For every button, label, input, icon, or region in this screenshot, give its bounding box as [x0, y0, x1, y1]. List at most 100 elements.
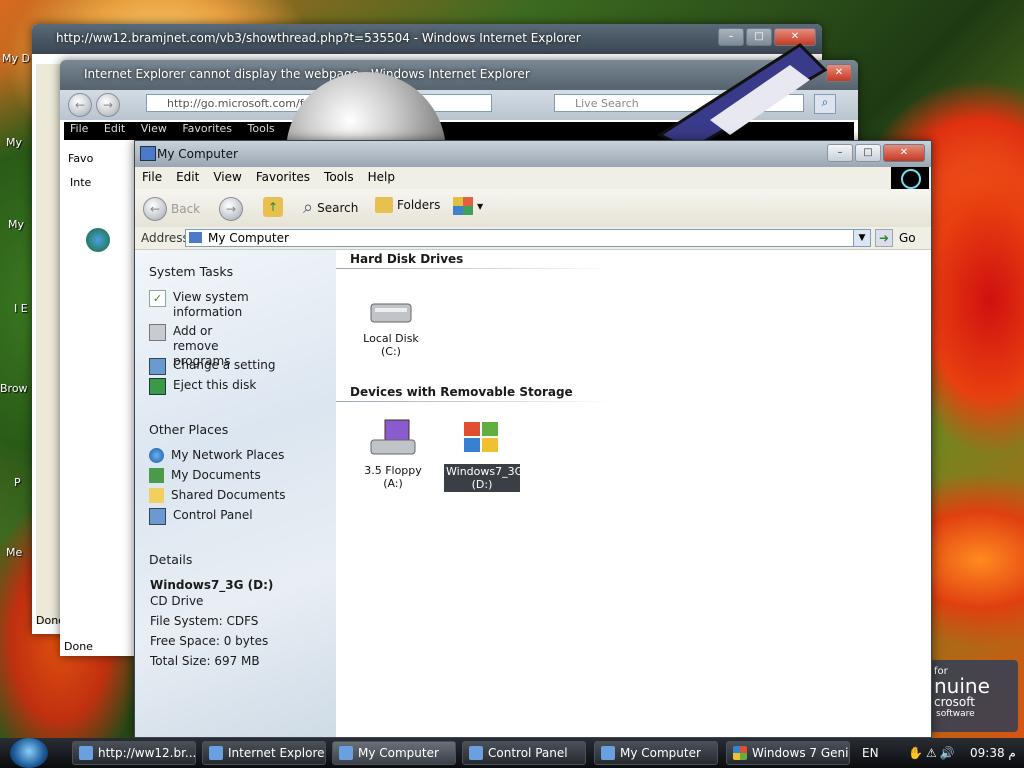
address-input[interactable]: My Computer — [185, 229, 871, 247]
folder-up-icon: ↑ — [263, 197, 283, 217]
back-icon[interactable]: ← — [68, 93, 92, 117]
place-network[interactable]: My Network Places — [149, 448, 284, 463]
maximize-icon[interactable]: □ — [855, 144, 881, 162]
minimize-icon[interactable]: – — [827, 144, 853, 162]
place-my-documents[interactable]: My Documents — [149, 468, 261, 483]
details-total-size: Total Size: 697 MB — [150, 654, 260, 668]
status-text: Done — [64, 640, 93, 653]
taskbar-button-my-computer[interactable]: My Computer — [594, 741, 718, 765]
task-view-system-info[interactable]: ✓ View system information — [149, 290, 259, 320]
place-shared-documents[interactable]: Shared Documents — [149, 488, 285, 503]
taskbar-button-my-computer-active[interactable]: My Computer — [332, 741, 456, 765]
drive-floppy[interactable]: 3.5 Floppy (A:) — [354, 418, 432, 490]
folders-button[interactable]: Folders — [375, 197, 440, 213]
floppy-drive-icon — [370, 419, 416, 455]
taskbar-button-control-panel[interactable]: Control Panel — [462, 741, 586, 765]
window-title: My Computer — [157, 147, 238, 161]
network-icon — [149, 448, 164, 463]
windows-logo-icon — [733, 746, 747, 760]
favorites-label[interactable]: Favo — [68, 152, 93, 165]
menu-item[interactable]: Edit — [104, 122, 125, 135]
folders-label: Folders — [397, 198, 441, 212]
details-heading[interactable]: Details — [149, 552, 192, 567]
control-panel-icon — [149, 508, 166, 525]
folders-icon — [375, 197, 393, 213]
views-icon — [453, 197, 473, 215]
address-value: My Computer — [208, 231, 289, 245]
tab-label[interactable]: Inte — [70, 176, 91, 189]
taskbar: http://ww12.br... Internet Explore... My… — [0, 738, 1024, 768]
ie-window-error-title: Internet Explorer cannot display the web… — [84, 67, 530, 81]
menu-help[interactable]: Help — [361, 167, 402, 187]
menu-item[interactable]: View — [141, 122, 167, 135]
desktop-icon-label[interactable]: My D — [2, 52, 30, 65]
my-computer-icon — [339, 746, 353, 760]
search-button[interactable]: ⌕ Search — [303, 197, 358, 218]
control-panel-icon — [149, 358, 166, 375]
eject-icon — [149, 378, 166, 395]
back-icon: ← — [143, 197, 167, 221]
back-label: Back — [171, 202, 201, 216]
group-removable-storage: Devices with Removable Storage — [350, 385, 573, 399]
drive-local-disk[interactable]: Local Disk (C:) — [354, 298, 428, 358]
menu-edit[interactable]: Edit — [169, 167, 206, 187]
forward-icon[interactable]: → — [96, 93, 120, 117]
views-button[interactable]: ▼ — [453, 197, 483, 215]
my-computer-icon — [601, 746, 615, 760]
control-panel-icon — [469, 746, 483, 760]
desktop-icon-label[interactable]: Brow — [0, 382, 28, 395]
go-label: Go — [899, 231, 916, 245]
drive-cd-selected[interactable]: Windows7_3G (D:) — [444, 418, 523, 492]
desktop-icon-label[interactable]: Me — [6, 546, 22, 559]
hard-disk-icon — [370, 303, 412, 323]
my-computer-icon — [140, 146, 156, 161]
start-button[interactable] — [10, 738, 48, 768]
search-label: Search — [317, 200, 359, 215]
address-bar: Address My Computer ▼ ➜ Go — [135, 227, 931, 250]
folder-icon — [149, 488, 164, 503]
close-icon[interactable]: ✕ — [883, 144, 925, 162]
system-tasks-heading[interactable]: System Tasks — [149, 264, 233, 279]
taskbar-button-windows7-genius[interactable]: Windows 7 Genius — [726, 741, 850, 765]
desktop-icon-label[interactable]: P — [14, 476, 21, 489]
details-name: Windows7_3G (D:) — [150, 578, 274, 592]
gadget-pen-icon — [656, 43, 828, 150]
taskbar-button-ie1[interactable]: http://ww12.br... — [72, 741, 196, 765]
menu-file[interactable]: File — [135, 167, 169, 187]
menu-view[interactable]: View — [206, 167, 248, 187]
caption-buttons: – □ ✕ — [827, 144, 925, 162]
toolbar: ← Back → ↑ ⌕ Search Folders ▼ — [135, 189, 931, 228]
menu-item[interactable]: Favorites — [182, 122, 232, 135]
desktop-icon-label[interactable]: My — [6, 136, 22, 149]
menu-bar: File Edit View Favorites Tools Help — [135, 167, 931, 190]
menu-item[interactable]: File — [70, 122, 88, 135]
forward-button[interactable]: → — [219, 197, 243, 221]
place-control-panel[interactable]: Control Panel — [149, 508, 253, 525]
desktop-icon-label[interactable]: I E — [14, 302, 28, 315]
windows-logo-icon — [891, 167, 929, 189]
address-dropdown[interactable]: ▼ — [853, 229, 871, 247]
menu-favorites[interactable]: Favorites — [249, 167, 317, 187]
task-change-setting[interactable]: Change a setting — [149, 358, 276, 375]
ie-window-back-title: http://ww12.bramjnet.com/vb3/showthread.… — [56, 31, 581, 45]
my-computer-icon — [189, 232, 202, 243]
title-bar[interactable]: My Computer – □ ✕ — [135, 141, 931, 168]
my-computer-window[interactable]: My Computer – □ ✕ File Edit View Favorites T… — [134, 140, 932, 738]
go-button[interactable]: ➜ Go — [875, 229, 916, 247]
taskbar-button-ie2[interactable]: Internet Explore... — [202, 741, 326, 765]
clock[interactable]: 09:38 م — [970, 746, 1016, 760]
desktop-icon-label[interactable]: My — [8, 218, 24, 231]
back-button[interactable]: ← Back — [143, 197, 200, 221]
task-eject-disk[interactable]: Eject this disk — [149, 378, 256, 395]
chevron-down-icon: ▼ — [477, 201, 484, 211]
windows-logo-icon — [464, 422, 498, 452]
tray-icons[interactable]: ✋⚠🔊 — [908, 746, 958, 760]
menu-item[interactable]: Tools — [248, 122, 275, 135]
up-button[interactable]: ↑ — [263, 197, 283, 217]
menu-tools[interactable]: Tools — [317, 167, 361, 187]
language-indicator[interactable]: EN — [862, 746, 879, 760]
desktop: My D My My I E Brow P Me http://ww12.bra… — [0, 0, 1024, 768]
programs-icon — [149, 324, 166, 341]
other-places-heading[interactable]: Other Places — [149, 422, 228, 437]
ie-error-icon — [86, 228, 110, 252]
